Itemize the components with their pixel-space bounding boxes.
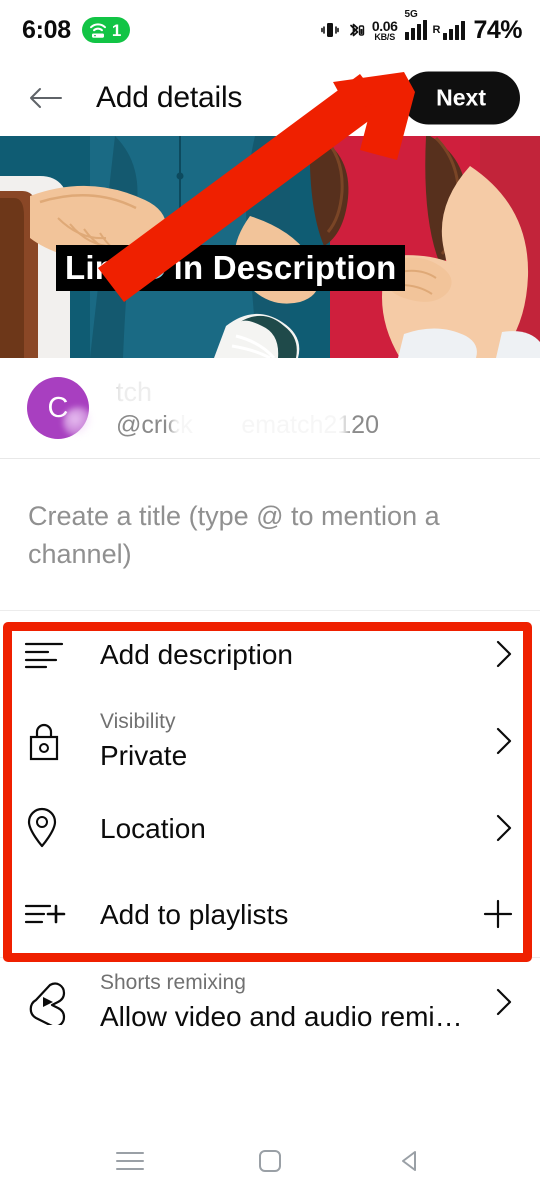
next-button[interactable]: Next — [402, 71, 520, 125]
chevron-right-icon[interactable] — [474, 986, 514, 1018]
option-row-add-to-playlists[interactable]: Add to playlists — [0, 871, 540, 957]
option-sublabel: Shorts remixing — [100, 970, 246, 994]
option-label: Add to playlists — [100, 898, 289, 930]
sim2-roaming-label: R — [432, 24, 441, 36]
option-label: Private — [100, 740, 188, 772]
option-row-visibility[interactable]: Visibility Private — [0, 697, 540, 785]
option-body: Location — [100, 811, 474, 846]
recents-menu-icon[interactable] — [95, 1131, 165, 1191]
vibrate-icon — [321, 20, 339, 40]
wifi-hotspot-icon: 1 — [81, 17, 131, 43]
option-label: Location — [100, 812, 206, 844]
status-clock: 6:08 — [22, 15, 71, 44]
hotspot-count: 1 — [111, 20, 122, 40]
channel-handle-redaction — [172, 406, 347, 444]
sim2-signal-indicator: R — [433, 20, 466, 40]
app-header: Add details Next — [0, 60, 540, 136]
option-sublabel: Visibility — [100, 709, 176, 733]
title-placeholder: Create a title (type @ to mention a chan… — [28, 501, 440, 570]
thumbnail-caption: Link in Description — [56, 245, 406, 291]
channel-row[interactable]: C tch @crick ematch2120 — [0, 358, 540, 459]
description-lines-icon — [24, 638, 82, 670]
signal-bars — [404, 20, 427, 40]
home-square-icon[interactable] — [235, 1131, 305, 1191]
option-label: Allow video and audio remixi… — [100, 1001, 474, 1033]
option-row-shorts-remixing[interactable]: Shorts remixing Allow video and audio re… — [0, 958, 540, 1046]
status-bar-right: 0.06 KB/S 5G R 74% — [321, 0, 522, 60]
option-row-add-description[interactable]: Add description — [0, 611, 540, 697]
network-type-label: 5G — [404, 9, 418, 20]
chevron-right-icon[interactable] — [474, 638, 514, 670]
back-arrow-icon[interactable] — [22, 75, 68, 121]
chevron-right-icon[interactable] — [474, 725, 514, 757]
channel-handle: @crick ematch2120 — [116, 406, 379, 444]
avatar-blur-overlay — [63, 407, 93, 437]
page-title: Add details — [96, 81, 243, 114]
sim1-signal-indicator: 5G — [404, 9, 427, 40]
network-speed-value: 0.06 — [371, 17, 398, 34]
caption-text-after: in Description — [173, 249, 397, 286]
chevron-right-icon[interactable] — [474, 812, 514, 844]
option-body: Add description — [100, 637, 474, 672]
option-row-location[interactable]: Location — [0, 785, 540, 871]
bluetooth-icon — [345, 20, 365, 41]
channel-info: tch @crick ematch2120 — [112, 372, 379, 444]
battery-percentage: 74% — [473, 15, 522, 44]
option-body: Add to playlists — [100, 897, 474, 932]
lock-icon — [24, 720, 82, 762]
shorts-remix-icon — [24, 979, 82, 1025]
plus-icon[interactable] — [474, 898, 514, 930]
status-bar: 6:08 1 0.06 KB/S 5G R 74% — [0, 0, 540, 60]
location-pin-icon — [24, 806, 82, 850]
option-label: Add description — [100, 638, 294, 670]
details-option-list: Add description Visibility Private Locat… — [0, 611, 540, 1046]
back-triangle-icon[interactable] — [375, 1131, 445, 1191]
network-speed-indicator: 0.06 KB/S — [372, 19, 398, 42]
option-body: Shorts remixing Allow video and audio re… — [100, 970, 474, 1034]
android-navigation-bar — [0, 1122, 540, 1200]
avatar: C — [27, 377, 93, 439]
option-body: Visibility Private — [100, 709, 474, 773]
caption-text-before: Link — [65, 249, 134, 286]
title-input[interactable]: Create a title (type @ to mention a chan… — [0, 459, 540, 611]
status-bar-left: 6:08 1 — [22, 15, 131, 45]
channel-name: tch — [112, 372, 379, 412]
video-thumbnail-preview[interactable]: Link in Description — [0, 136, 540, 358]
network-speed-unit: KB/S — [374, 31, 396, 42]
caption-circle-icon — [142, 257, 165, 279]
signal-bars — [443, 20, 466, 40]
playlist-add-icon — [24, 897, 82, 931]
